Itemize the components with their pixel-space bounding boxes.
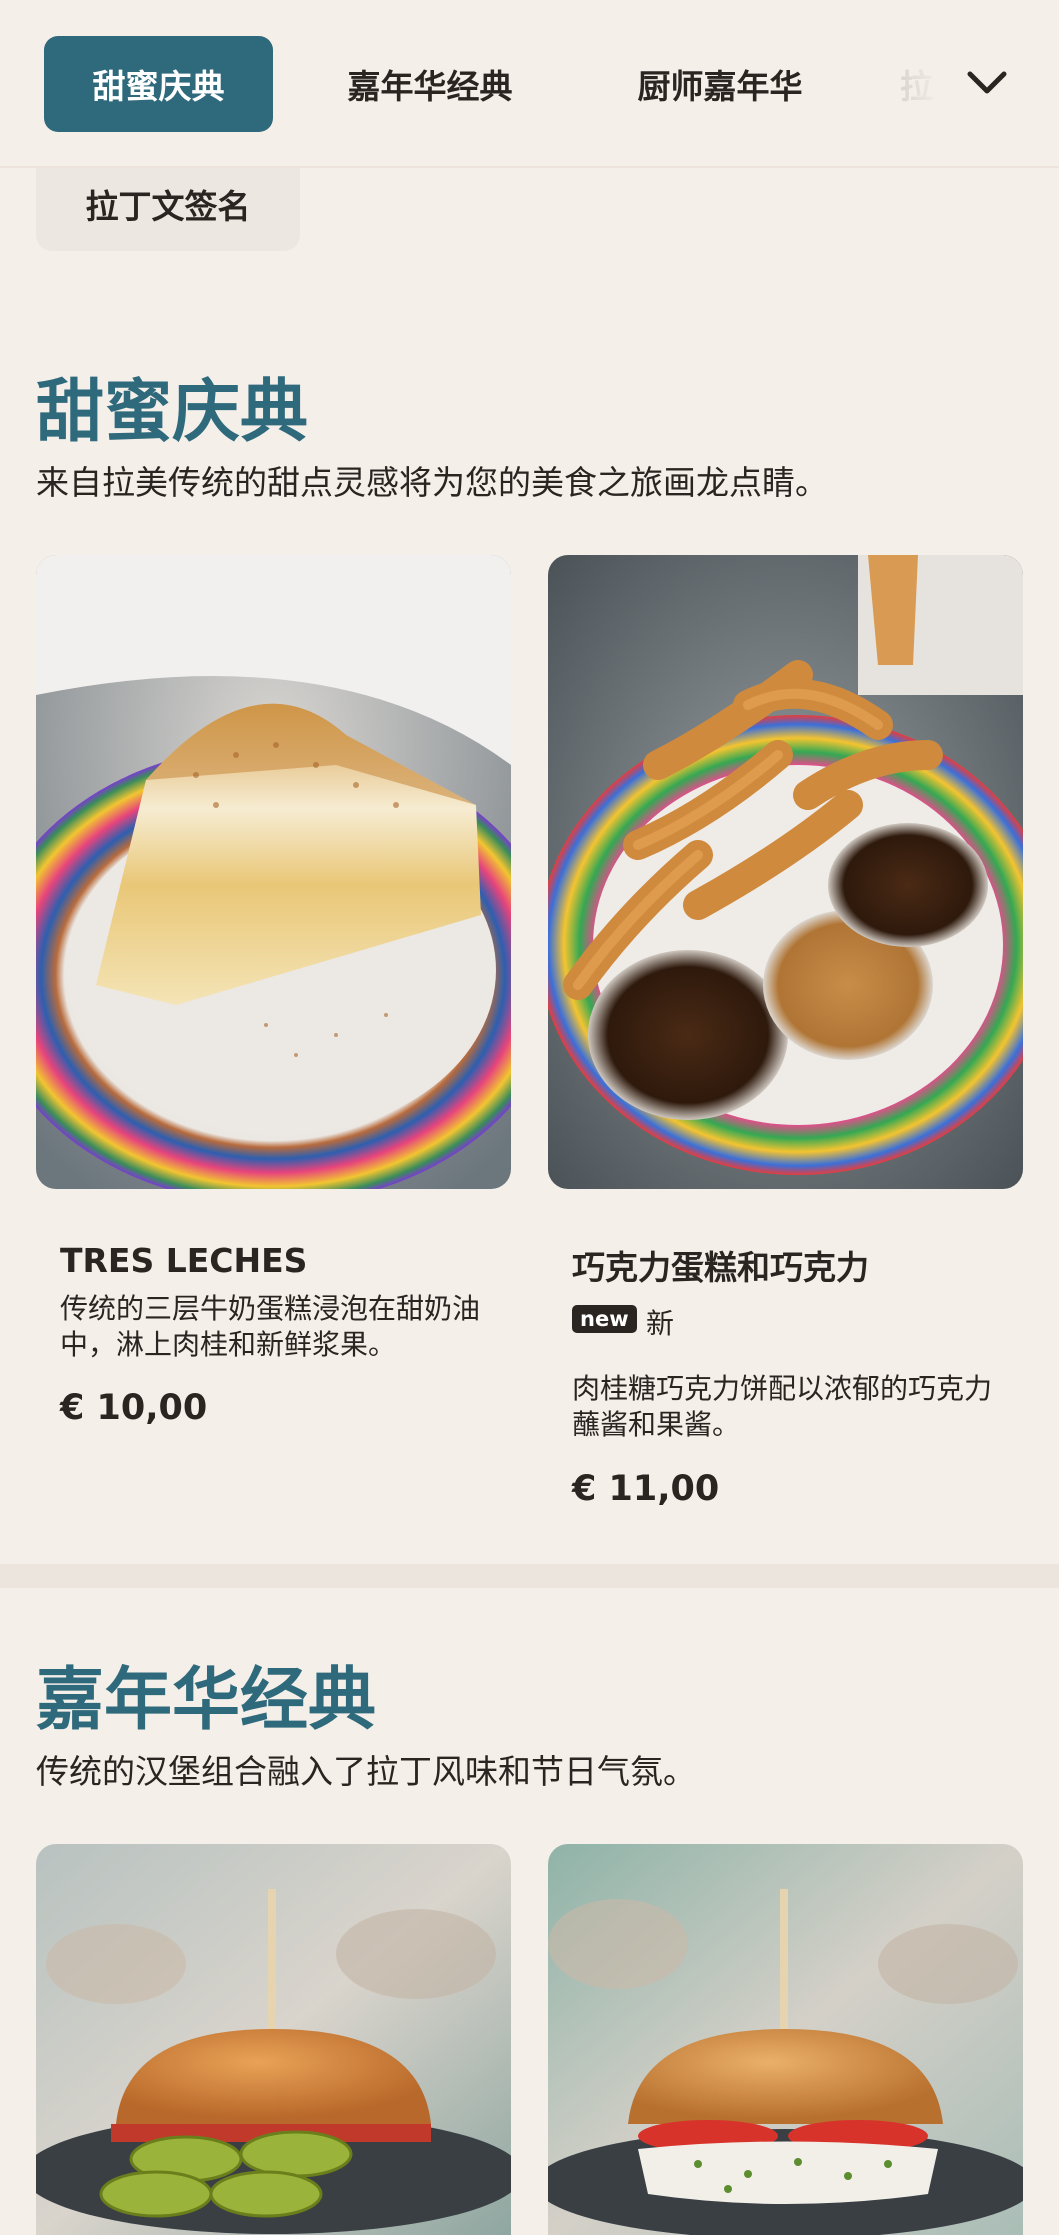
tab-label: 拉丁文签名: [85, 186, 251, 226]
tres-leches-image: [36, 555, 511, 1189]
section-description: 来自拉美传统的甜点灵感将为您的美食之旅画龙点睛。: [36, 463, 828, 502]
section-divider: [0, 1564, 1059, 1588]
burger-tomato-photo[interactable]: [548, 1844, 1023, 2235]
category-tab-bar: 甜蜜庆典 嘉年华经典 厨师嘉年华 拉: [0, 0, 1059, 168]
burger-tomato-image: [548, 1844, 1023, 2235]
tab-chef-carnival[interactable]: 厨师嘉年华: [620, 36, 820, 132]
burger-pickles-image: [36, 1844, 511, 2235]
item-name: TRES LECHES: [60, 1241, 308, 1280]
tab-carnival-classics[interactable]: 嘉年华经典: [330, 36, 530, 132]
section-description: 传统的汉堡组合融入了拉丁风味和节日气氛。: [36, 1752, 696, 1791]
tab-label: 厨师嘉年华: [637, 67, 803, 106]
item-price: € 10,00: [60, 1388, 208, 1428]
item-description: 肉桂糖巧克力饼配以浓郁的巧克力蘸酱和果酱。: [572, 1372, 993, 1441]
tab-label: 甜蜜庆典: [92, 67, 225, 106]
tab-sweet-celebration[interactable]: 甜蜜庆典: [44, 36, 273, 132]
section-title: 嘉年华经典: [36, 1661, 377, 1740]
tab-label: 嘉年华经典: [347, 67, 513, 106]
tres-leches-photo[interactable]: [36, 555, 511, 1189]
new-badge: new: [572, 1305, 637, 1333]
chevron-down-icon[interactable]: [965, 62, 1009, 106]
tab-latin-signature[interactable]: 拉丁文签名: [36, 156, 300, 251]
item-description: 传统的三层牛奶蛋糕浸泡在甜奶油中，淋上肉桂和新鲜浆果。: [60, 1292, 481, 1361]
burger-pickles-photo[interactable]: [36, 1844, 511, 2235]
item-price: € 11,00: [572, 1469, 720, 1509]
section-title: 甜蜜庆典: [36, 373, 309, 452]
churros-photo[interactable]: [548, 555, 1023, 1189]
churros-image: [548, 555, 1023, 1189]
new-badge-label: 新: [646, 1307, 675, 1340]
item-name: 巧克力蛋糕和巧克力: [572, 1248, 869, 1287]
